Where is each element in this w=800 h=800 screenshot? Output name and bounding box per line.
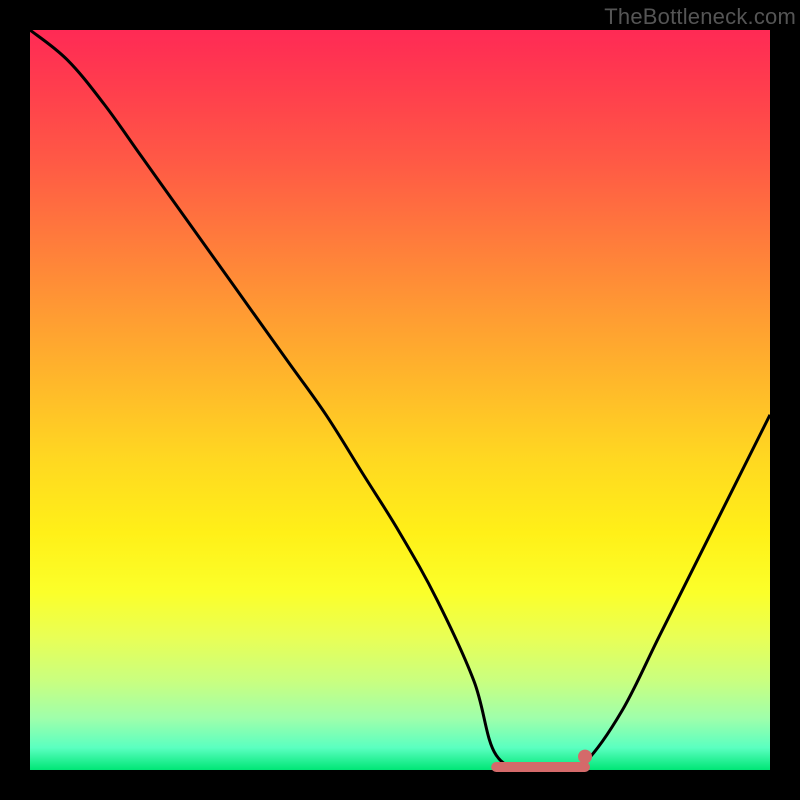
bottleneck-curve [30,30,770,772]
chart-frame: TheBottleneck.com [0,0,800,800]
plot-area [30,30,770,770]
chart-svg [30,30,770,770]
min-annotation-dot [578,750,592,764]
watermark-text: TheBottleneck.com [604,4,796,30]
